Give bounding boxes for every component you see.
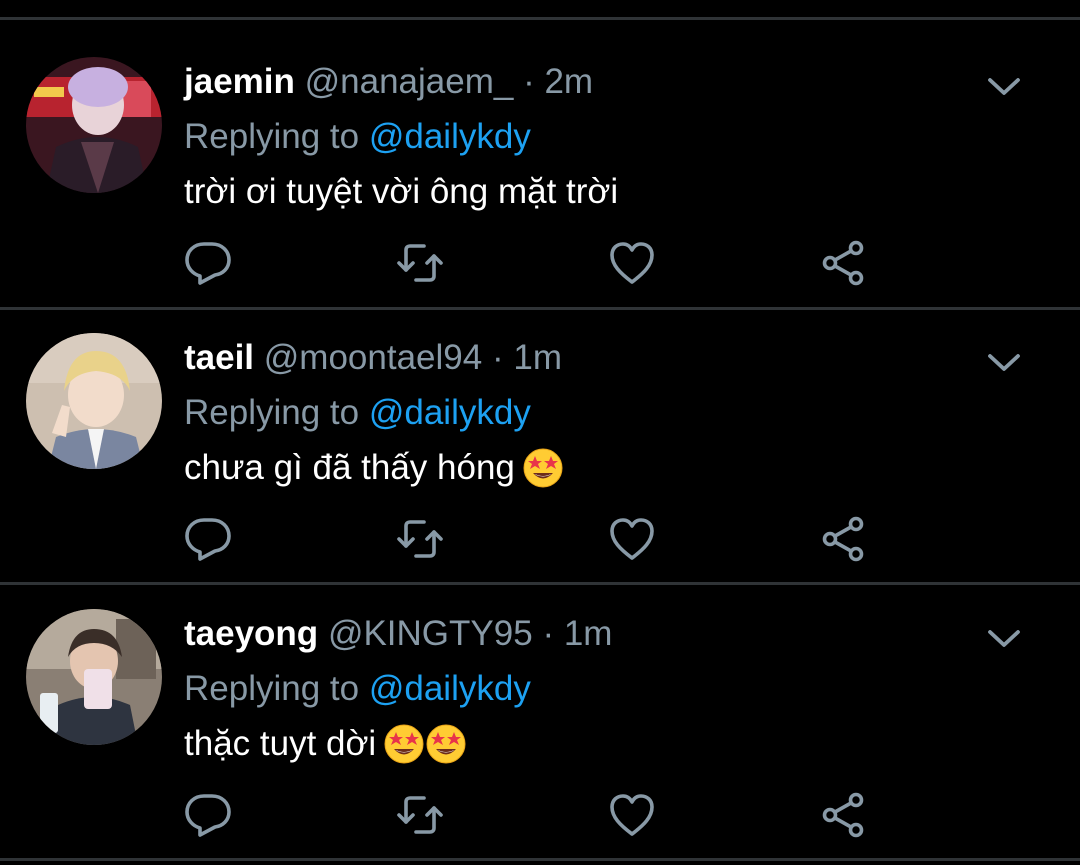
share-button[interactable] xyxy=(820,516,868,562)
tweet-text: thặc tuyt dời xyxy=(184,722,466,766)
star-struck-emoji-icon xyxy=(523,448,563,488)
share-icon xyxy=(820,240,868,286)
replying-to: Replying to @dailykdy xyxy=(184,115,531,159)
tweet-text-content: trời ơi tuyệt vời ông mặt trời xyxy=(184,172,619,211)
retweet-button[interactable] xyxy=(396,792,444,838)
retweet-icon xyxy=(396,240,444,286)
reply-button[interactable] xyxy=(184,240,232,286)
display-name[interactable]: jaemin xyxy=(184,62,295,101)
mention-link[interactable]: @dailykdy xyxy=(369,393,531,432)
display-name[interactable]: taeyong xyxy=(184,614,318,653)
replying-prefix: Replying to xyxy=(184,117,360,156)
retweet-button[interactable] xyxy=(396,240,444,286)
reply-icon xyxy=(184,240,232,286)
star-struck-emoji-icon xyxy=(426,724,466,764)
timestamp[interactable]: 2m xyxy=(544,62,593,101)
tweet-text: chưa gì đã thấy hóng xyxy=(184,446,563,490)
tweet-divider xyxy=(0,582,1080,585)
chevron-down-icon[interactable] xyxy=(986,350,1022,374)
tweet-header: taeyong @KINGTY95 · 1m xyxy=(184,612,612,656)
replying-to: Replying to @dailykdy xyxy=(184,391,531,435)
tweet-text: trời ơi tuyệt vời ông mặt trời xyxy=(184,170,618,214)
top-divider xyxy=(0,17,1080,20)
star-struck-emoji-icon xyxy=(384,724,424,764)
avatar[interactable] xyxy=(26,333,162,469)
chevron-down-icon[interactable] xyxy=(986,626,1022,650)
like-icon xyxy=(608,516,656,562)
reply-icon xyxy=(184,516,232,562)
mention-link[interactable]: @dailykdy xyxy=(369,117,531,156)
like-button[interactable] xyxy=(608,792,656,838)
tweet-header: taeil @moontael94 · 1m xyxy=(184,336,562,380)
tweet-text-content: thặc tuyt dời xyxy=(184,724,377,763)
share-icon xyxy=(820,792,868,838)
chevron-down-icon[interactable] xyxy=(986,74,1022,98)
display-name[interactable]: taeil xyxy=(184,338,254,377)
separator-dot: · xyxy=(491,338,504,377)
retweet-icon xyxy=(396,516,444,562)
avatar[interactable] xyxy=(26,57,162,193)
like-button[interactable] xyxy=(608,240,656,286)
share-icon xyxy=(820,516,868,562)
bottom-divider xyxy=(0,858,1080,861)
avatar[interactable] xyxy=(26,609,162,745)
timestamp[interactable]: 1m xyxy=(564,614,613,653)
like-button[interactable] xyxy=(608,516,656,562)
retweet-icon xyxy=(396,792,444,838)
timestamp[interactable]: 1m xyxy=(513,338,562,377)
tweet-divider xyxy=(0,307,1080,310)
retweet-button[interactable] xyxy=(396,516,444,562)
separator-dot: · xyxy=(523,62,535,101)
like-icon xyxy=(608,240,656,286)
user-handle[interactable]: @moontael94 xyxy=(264,338,482,377)
mention-link[interactable]: @dailykdy xyxy=(369,669,531,708)
share-button[interactable] xyxy=(820,792,868,838)
reply-button[interactable] xyxy=(184,516,232,562)
reply-button[interactable] xyxy=(184,792,232,838)
share-button[interactable] xyxy=(820,240,868,286)
tweet-header: jaemin @nanajaem_ · 2m xyxy=(184,60,593,104)
user-handle[interactable]: @KINGTY95 xyxy=(328,614,533,653)
replying-prefix: Replying to xyxy=(184,669,360,708)
user-handle[interactable]: @nanajaem_ xyxy=(305,62,514,101)
tweet-text-content: chưa gì đã thấy hóng xyxy=(184,448,515,487)
replying-to: Replying to @dailykdy xyxy=(184,667,531,711)
separator-dot: · xyxy=(542,614,555,653)
reply-icon xyxy=(184,792,232,838)
like-icon xyxy=(608,792,656,838)
replying-prefix: Replying to xyxy=(184,393,360,432)
